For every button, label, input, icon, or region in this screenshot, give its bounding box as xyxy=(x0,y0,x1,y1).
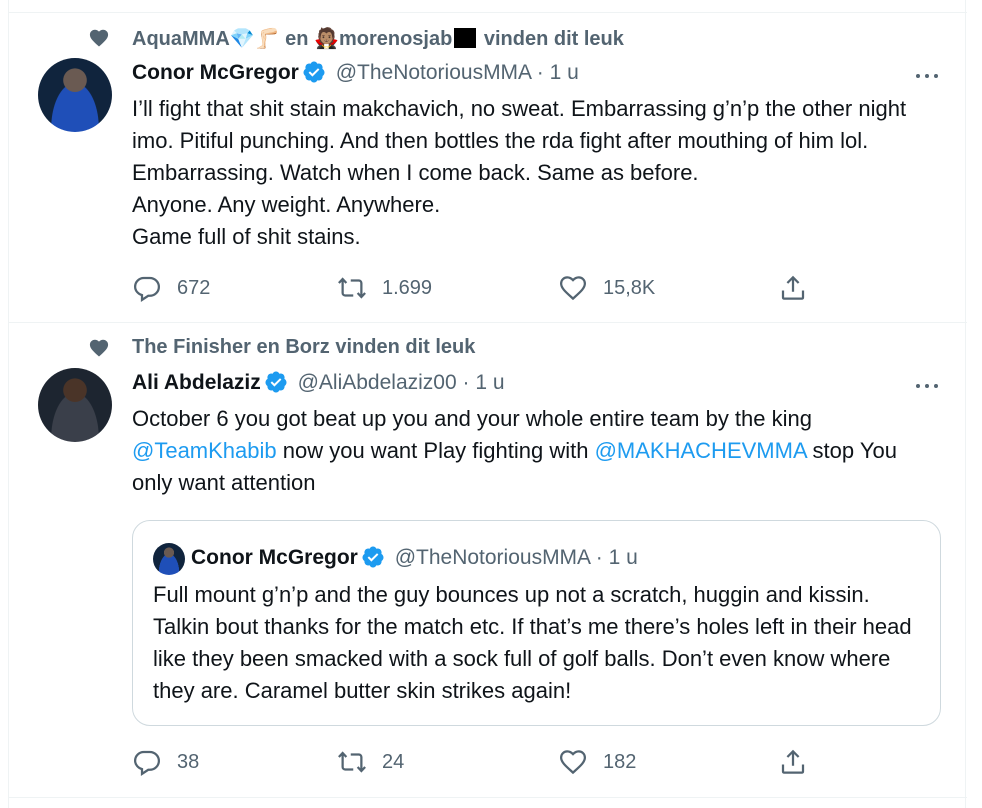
tweet-text: October 6 you got beat up you and your w… xyxy=(132,403,942,499)
share-button[interactable] xyxy=(778,747,808,777)
quoted-author-handle: @TheNotoriousMMA xyxy=(394,546,590,569)
heart-filled-icon xyxy=(89,29,109,47)
separator-dot: · xyxy=(462,371,470,394)
like-button[interactable]: 15,8K xyxy=(558,273,655,303)
tweet-text: I’ll fight that shit stain makchavich, n… xyxy=(132,96,907,249)
tweet-header: Ali Abdelaziz @AliAbdelaziz00 · 1 u xyxy=(132,370,505,398)
more-options-icon[interactable] xyxy=(915,381,939,391)
avatar[interactable] xyxy=(38,58,112,132)
author-name[interactable]: Ali Abdelaziz xyxy=(132,371,261,394)
quoted-tweet[interactable]: Conor McGregor @TheNotoriousMMA · 1 u Fu… xyxy=(132,520,941,726)
text-segment: now you want Play fighting with xyxy=(276,438,595,463)
quoted-timestamp: 1 u xyxy=(608,546,638,569)
retweet-button[interactable]: 1.699 xyxy=(337,273,432,303)
heart-outline-icon xyxy=(559,276,587,301)
text-segment: October 6 you got beat up you and your w… xyxy=(132,406,819,431)
social-context: The Finisher en Borz vinden dit leuk xyxy=(9,323,909,358)
share-icon xyxy=(781,749,805,774)
social-context: AquaMMA💎🦵🏻 en 🧛🏽morenosjab vinden dit le… xyxy=(9,13,909,50)
reply-button[interactable]: 672 xyxy=(132,273,210,303)
retweet-count: 1.699 xyxy=(382,276,433,299)
quoted-text: Full mount g’n’p and the guy bounces up … xyxy=(153,582,912,703)
tweet-header: Conor McGregor @TheNotoriousMMA · 1 u xyxy=(132,60,579,88)
separator-dot: · xyxy=(536,61,544,84)
quoted-header: Conor McGregor @TheNotoriousMMA · 1 u xyxy=(191,545,638,570)
reply-icon xyxy=(133,750,161,776)
conjunction: en xyxy=(285,28,309,50)
avatar[interactable] xyxy=(38,368,112,442)
verified-badge-icon xyxy=(303,61,325,83)
separator-dot: · xyxy=(595,546,603,569)
liker-emoji: 💎🦵🏻 xyxy=(229,28,280,50)
like-count: 182 xyxy=(603,750,637,773)
share-button[interactable] xyxy=(778,273,808,303)
heart-filled-icon xyxy=(89,339,109,357)
retweet-count: 24 xyxy=(382,750,405,773)
mention-link[interactable]: @TeamKhabib xyxy=(132,438,277,463)
liker-emoji: 🧛🏽 xyxy=(314,28,339,50)
social-suffix: vinden dit leuk xyxy=(483,28,624,50)
black-square-emoji xyxy=(454,28,477,48)
social-context-text[interactable]: The Finisher en Borz vinden dit leuk xyxy=(132,336,475,359)
retweet-button[interactable]: 24 xyxy=(337,747,404,777)
more-options-icon[interactable] xyxy=(915,71,939,81)
tweet-actions: 672 1.699 15,8K xyxy=(132,273,832,303)
heart-outline-icon xyxy=(559,750,587,775)
author-handle[interactable]: @AliAbdelaziz00 xyxy=(298,371,457,394)
quoted-author-name: Conor McGregor xyxy=(191,546,358,569)
reply-icon xyxy=(133,276,161,302)
retweet-icon xyxy=(338,277,366,299)
mention-link[interactable]: @MAKHACHEVMMA xyxy=(595,438,807,463)
tweet[interactable]: AquaMMA💎🦵🏻 en 🧛🏽morenosjab vinden dit le… xyxy=(9,12,967,323)
retweet-icon xyxy=(338,751,366,773)
tweet-actions: 38 24 182 xyxy=(132,747,832,777)
reply-button[interactable]: 38 xyxy=(132,747,199,777)
verified-badge-icon xyxy=(265,371,287,393)
like-button[interactable]: 182 xyxy=(558,747,636,777)
reply-count: 672 xyxy=(177,276,211,299)
timestamp[interactable]: 1 u xyxy=(475,371,504,394)
tweet[interactable]: The Finisher en Borz vinden dit leuk Ali… xyxy=(9,323,967,798)
share-icon xyxy=(781,275,805,300)
liker-name[interactable]: morenosjab xyxy=(339,28,452,50)
timestamp[interactable]: 1 u xyxy=(550,61,579,84)
quoted-avatar xyxy=(153,543,185,575)
reply-count: 38 xyxy=(177,750,200,773)
verified-badge-icon xyxy=(362,546,384,568)
timeline-feed: AquaMMA💎🦵🏻 en 🧛🏽morenosjab vinden dit le… xyxy=(8,0,967,808)
like-count: 15,8K xyxy=(603,276,656,299)
author-name[interactable]: Conor McGregor xyxy=(132,61,299,84)
author-handle[interactable]: @TheNotoriousMMA xyxy=(336,61,531,84)
liker-name[interactable]: AquaMMA xyxy=(132,28,230,50)
